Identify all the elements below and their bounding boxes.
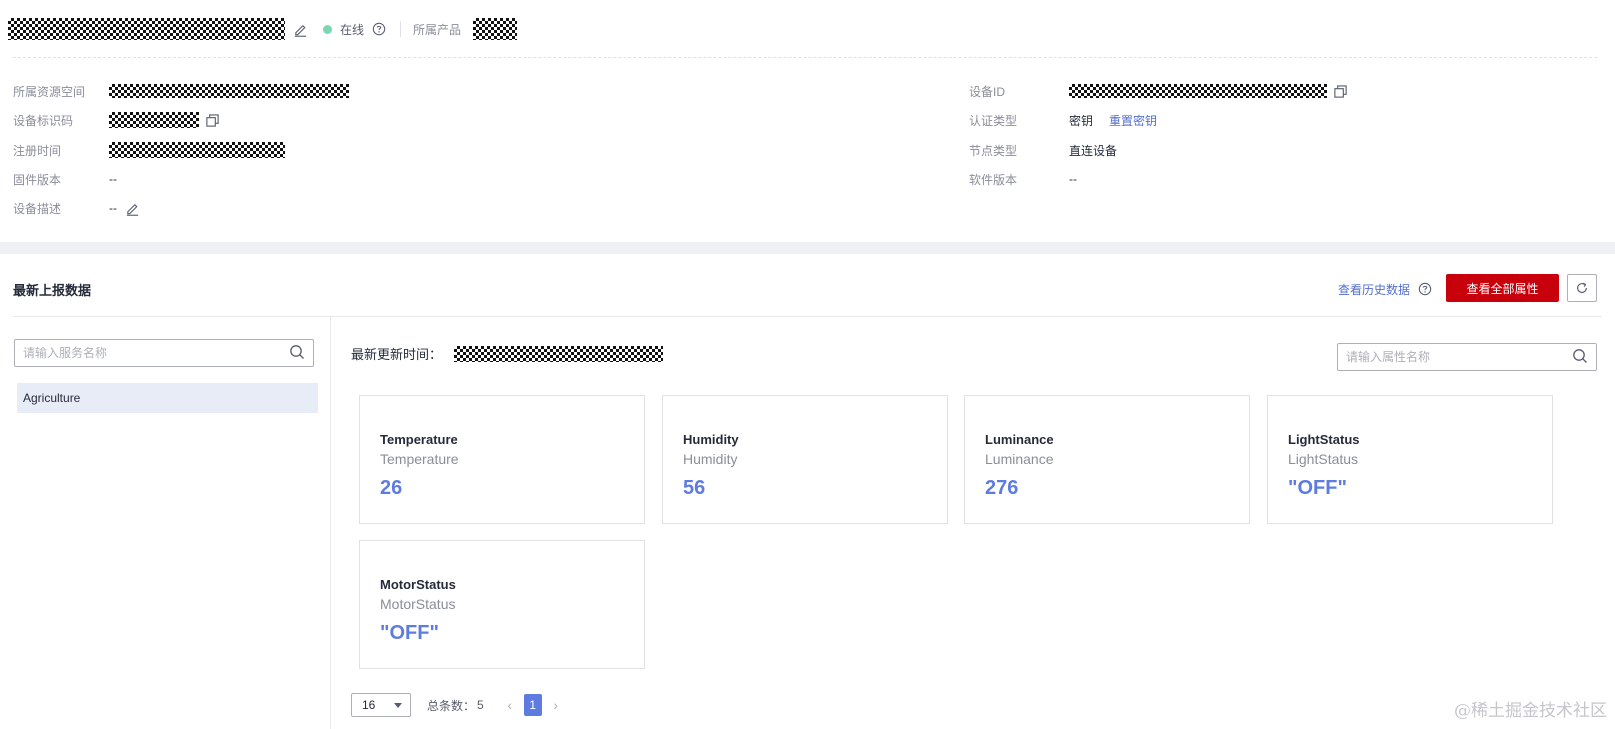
edit-name-icon[interactable] (291, 20, 309, 38)
page-size-value: 16 (362, 698, 376, 712)
property-value: 26 (380, 477, 403, 499)
property-name: MotorStatus (380, 577, 456, 592)
section-title: 最新上报数据 (13, 283, 92, 298)
info-label: 设备描述 (13, 201, 62, 216)
resource-space-masked (109, 84, 349, 98)
total-count: 5 (477, 698, 484, 712)
info-row-firmware: 固件版本 -- (13, 168, 117, 190)
copy-icon[interactable] (203, 111, 221, 129)
product-label: 所属产品 (413, 22, 462, 37)
property-subtitle: Luminance (985, 451, 1054, 467)
info-row-device-id: 设备ID (969, 80, 1349, 102)
panel-divider (330, 317, 331, 729)
info-row-node-type: 节点类型 直连设备 (969, 139, 1117, 161)
property-card: Temperature Temperature 26 (359, 395, 645, 524)
total-label: 总条数： (427, 698, 476, 713)
pagination: 16 总条数： 5 ‹ 1 › (351, 693, 566, 717)
node-type-value: 直连设备 (1069, 143, 1118, 158)
copy-icon[interactable] (1331, 82, 1349, 100)
property-subtitle: Humidity (683, 451, 738, 467)
reset-secret-link[interactable]: 重置密钥 (1109, 112, 1157, 129)
update-time-label: 最新更新时间： (351, 347, 443, 362)
property-card: Humidity Humidity 56 (662, 395, 948, 524)
property-search[interactable] (1337, 343, 1597, 371)
watermark: @稀土掘金技术社区 (1454, 701, 1607, 721)
property-subtitle: Temperature (380, 451, 459, 467)
search-icon[interactable] (1572, 348, 1588, 367)
service-item[interactable]: Agriculture (17, 383, 318, 413)
edit-description-icon[interactable] (123, 199, 141, 217)
property-value: 56 (683, 477, 706, 499)
refresh-button[interactable] (1567, 274, 1597, 302)
page-size-select[interactable]: 16 (351, 693, 411, 717)
info-label: 设备ID (969, 84, 1006, 99)
chevron-down-icon (394, 702, 402, 708)
software-value: -- (1069, 172, 1077, 186)
search-icon[interactable] (289, 344, 305, 363)
device-name-masked (8, 18, 285, 40)
info-row-register-time: 注册时间 (13, 139, 285, 161)
last-update-time: 最新更新时间： (351, 344, 664, 363)
help-icon[interactable] (370, 20, 388, 38)
property-value: "OFF" (380, 622, 439, 644)
property-value: "OFF" (1288, 477, 1347, 499)
device-id-masked (1069, 84, 1327, 98)
service-search[interactable] (14, 339, 314, 367)
property-subtitle: MotorStatus (380, 596, 456, 612)
help-icon[interactable] (1416, 280, 1434, 298)
info-label: 设备标识码 (13, 113, 74, 128)
property-subtitle: LightStatus (1288, 451, 1359, 467)
refresh-icon (1577, 282, 1587, 293)
service-search-input[interactable] (23, 346, 289, 360)
node-id-masked (109, 112, 199, 128)
info-row-software: 软件版本 -- (969, 168, 1077, 190)
property-card: MotorStatus MotorStatus "OFF" (359, 540, 645, 669)
history-link-label[interactable]: 查看历史数据 (1338, 281, 1410, 298)
info-row-resource-space: 所属资源空间 (13, 80, 349, 102)
history-data-link[interactable]: 查看历史数据 (1338, 280, 1434, 298)
firmware-value: -- (109, 172, 117, 186)
property-card: LightStatus LightStatus "OFF" (1267, 395, 1553, 524)
register-time-masked (109, 142, 285, 158)
property-search-input[interactable] (1346, 350, 1572, 364)
dashed-divider (13, 57, 1597, 58)
info-row-description: 设备描述 -- (13, 197, 141, 219)
info-label: 认证类型 (969, 113, 1018, 128)
status-text: 在线 (340, 22, 365, 37)
property-name: Luminance (985, 432, 1054, 447)
view-all-properties-button[interactable]: 查看全部属性 (1446, 274, 1559, 302)
description-value: -- (109, 201, 117, 215)
section-divider (13, 316, 1602, 317)
device-header: 在线 所属产品 (8, 16, 518, 42)
info-label: 固件版本 (13, 172, 62, 187)
next-page-icon[interactable]: › (546, 697, 566, 713)
info-row-auth-type: 认证类型 密钥 重置密钥 (969, 109, 1157, 131)
update-time-masked (454, 345, 664, 362)
info-label: 节点类型 (969, 143, 1018, 158)
header-divider (400, 21, 402, 37)
info-row-node-id: 设备标识码 (13, 109, 221, 131)
service-item-label: Agriculture (23, 391, 81, 405)
product-name-masked (473, 18, 518, 40)
property-name: Temperature (380, 432, 458, 447)
property-name: Humidity (683, 432, 739, 447)
section-separator (0, 242, 1615, 254)
auth-type-value: 密钥 (1069, 113, 1094, 128)
info-label: 软件版本 (969, 172, 1018, 187)
property-value: 276 (985, 477, 1019, 499)
info-label: 注册时间 (13, 143, 62, 158)
page-number-current[interactable]: 1 (523, 694, 542, 716)
property-card: Luminance Luminance 276 (964, 395, 1250, 524)
info-label: 所属资源空间 (13, 84, 86, 99)
property-name: LightStatus (1288, 432, 1360, 447)
online-status-dot (323, 24, 332, 34)
prev-page-icon[interactable]: ‹ (500, 697, 520, 713)
